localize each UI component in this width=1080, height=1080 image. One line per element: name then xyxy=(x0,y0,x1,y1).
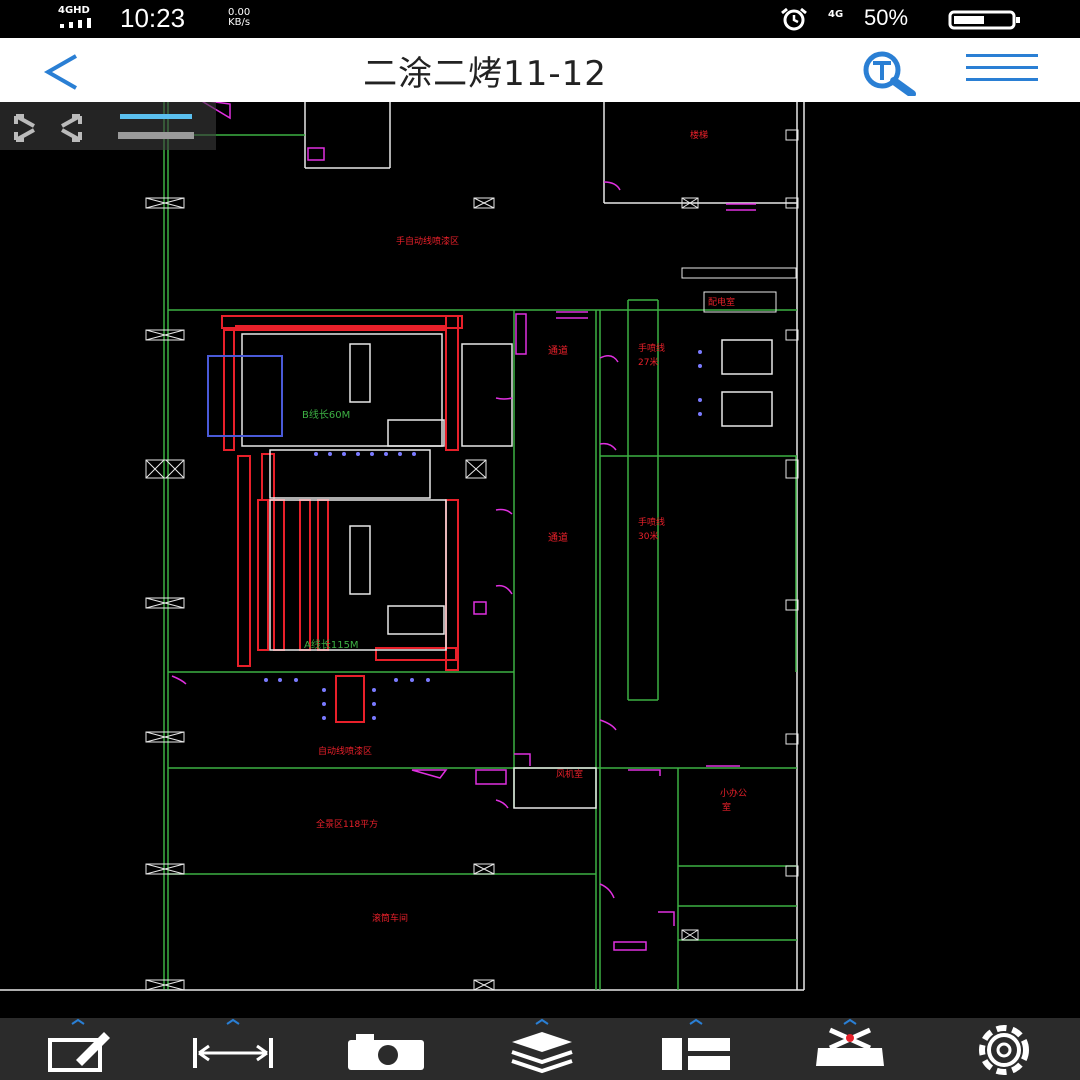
edit-icon xyxy=(48,1018,110,1072)
back-icon[interactable] xyxy=(40,52,84,92)
label-small-office-a: 小办公 xyxy=(720,787,747,799)
speed-unit: KB/s xyxy=(228,17,251,28)
camera-icon xyxy=(348,1034,424,1070)
status-bar: 4GHD 10:23 0.00 KB/s 4G 50% xyxy=(0,0,1080,38)
label-full-area: 全景区118平方 xyxy=(316,818,378,830)
fit-screen-icon[interactable] xyxy=(12,112,84,144)
measure-tool[interactable] xyxy=(183,1018,283,1080)
network-speed: 0.00 KB/s xyxy=(228,8,250,28)
label-hand-line-30-a: 手喷线 xyxy=(638,516,665,528)
label-hand-line-27-b: 27米 xyxy=(638,356,658,368)
signal-icon xyxy=(60,18,91,28)
label-small-office-b: 室 xyxy=(722,801,731,813)
layers-tool[interactable] xyxy=(492,1018,592,1080)
building-outline xyxy=(0,102,805,991)
battery-percent: 50% xyxy=(864,5,909,30)
label-top-right-room: 楼梯 xyxy=(690,129,708,141)
network-type: 4GHD xyxy=(58,5,90,16)
label-blower-room: 风机室 xyxy=(556,768,583,780)
settings-tool[interactable] xyxy=(954,1018,1054,1080)
door-swings xyxy=(171,99,756,951)
cad-drawing[interactable]: 楼梯 手自动线喷漆区 配电室 通道 通道 手喷线 27米 手喷线 30米 B线长… xyxy=(0,99,1080,1018)
label-passage-1: 通道 xyxy=(548,344,568,357)
toolbox-icon xyxy=(816,1018,884,1066)
layer-toggle-icon[interactable] xyxy=(118,112,196,142)
layers-icon xyxy=(511,1018,573,1074)
label-bottom-area: 滚筒车间 xyxy=(372,912,408,924)
app-header: 二涂二烤11-12 xyxy=(0,38,1080,102)
oven-block xyxy=(207,355,283,437)
camera-tool[interactable] xyxy=(336,1018,436,1080)
drawing-canvas[interactable]: 楼梯 手自动线喷漆区 配电室 通道 通道 手喷线 27米 手喷线 30米 B线长… xyxy=(0,99,1080,1018)
layout-tool[interactable] xyxy=(646,1018,746,1080)
battery-icon xyxy=(948,10,1020,30)
spray-nozzles xyxy=(264,350,702,720)
clock: 10:23 xyxy=(120,3,186,33)
label-hand-line-30-b: 30米 xyxy=(638,530,658,542)
bottom-toolbar xyxy=(0,1018,1080,1080)
drawing-title: 二涂二烤11-12 xyxy=(363,54,607,94)
view-controls xyxy=(0,102,216,150)
label-hand-line-27-a: 手喷线 xyxy=(638,342,665,354)
edit-tool[interactable] xyxy=(28,1018,128,1080)
label-b-line: B线长60M xyxy=(302,408,350,421)
production-lines xyxy=(221,315,463,723)
label-passage-2: 通道 xyxy=(548,531,568,544)
label-upper-spray-area: 手自动线喷漆区 xyxy=(396,235,459,247)
label-a-line: A线长115M xyxy=(304,638,359,651)
alarm-icon xyxy=(781,7,807,31)
menu-icon[interactable] xyxy=(964,52,1040,92)
label-auto-spray-area: 自动线喷漆区 xyxy=(318,745,372,757)
door-symbols xyxy=(145,129,799,991)
settings-icon xyxy=(979,1025,1029,1075)
spray-booths xyxy=(241,333,773,809)
network-type-2: 4G xyxy=(828,9,844,20)
measure-icon xyxy=(193,1018,273,1068)
text-search-icon[interactable] xyxy=(852,50,928,96)
label-room-small: 配电室 xyxy=(708,296,735,308)
toolbox-tool[interactable] xyxy=(800,1018,900,1080)
layout-icon xyxy=(662,1018,730,1070)
